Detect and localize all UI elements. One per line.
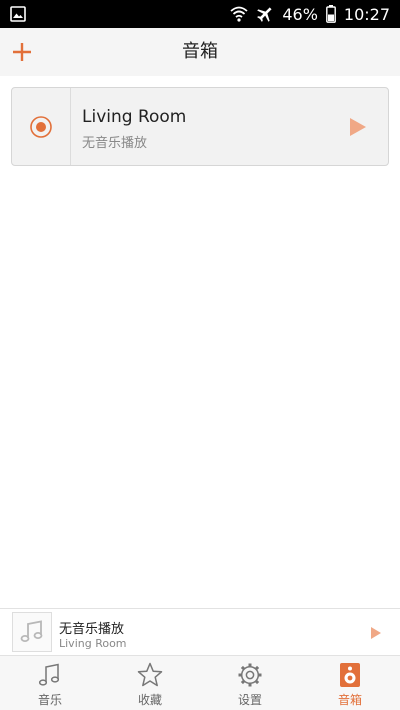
- bottom-tab-bar: 音乐 收藏 设置 音箱: [0, 655, 400, 710]
- play-icon: [350, 118, 366, 136]
- now-playing-title: 无音乐播放: [59, 622, 125, 637]
- page-title: 音箱: [182, 41, 218, 62]
- tab-label: 收藏: [137, 693, 162, 707]
- star-icon: [137, 662, 163, 687]
- tab-favorites[interactable]: 收藏: [100, 656, 200, 710]
- speaker-list: Living Room 无音乐播放: [0, 76, 400, 608]
- tab-label: 音乐: [37, 693, 62, 707]
- tab-settings[interactable]: 设置: [200, 656, 300, 710]
- app-header: 音箱: [0, 28, 400, 76]
- now-playing-speaker: Living Room: [59, 637, 127, 650]
- tab-speakers[interactable]: 音箱: [300, 656, 400, 710]
- airplane-icon: [256, 5, 274, 23]
- speaker-select-radio[interactable]: [12, 88, 71, 165]
- image-icon: [10, 6, 26, 22]
- clock: 10:27: [343, 4, 390, 24]
- gear-icon: [238, 663, 262, 687]
- battery-icon: [325, 5, 336, 23]
- status-indicators: 46% 10:27: [230, 0, 390, 28]
- tab-label: 音箱: [337, 693, 362, 707]
- status-bar: 46% 10:27: [0, 0, 400, 28]
- plus-icon: [13, 43, 31, 61]
- play-icon: [371, 627, 381, 639]
- music-note-icon: [38, 663, 60, 686]
- music-note-icon: [20, 620, 43, 642]
- mini-player[interactable]: 无音乐播放 Living Room: [0, 608, 400, 655]
- radio-selected-icon: [30, 115, 52, 138]
- speaker-icon: [340, 663, 360, 687]
- battery-percent: 46%: [282, 4, 318, 24]
- tab-label: 设置: [237, 693, 262, 707]
- mini-player-play-button[interactable]: [370, 625, 382, 639]
- tab-music[interactable]: 音乐: [0, 656, 100, 710]
- speaker-play-button[interactable]: [348, 116, 368, 138]
- add-speaker-button[interactable]: [10, 40, 34, 64]
- speaker-status: 无音乐播放: [82, 136, 148, 151]
- wifi-icon: [230, 6, 248, 22]
- speaker-name: Living Room: [82, 107, 187, 127]
- speaker-item-living-room[interactable]: Living Room 无音乐播放: [11, 87, 389, 166]
- album-cover: [12, 612, 52, 652]
